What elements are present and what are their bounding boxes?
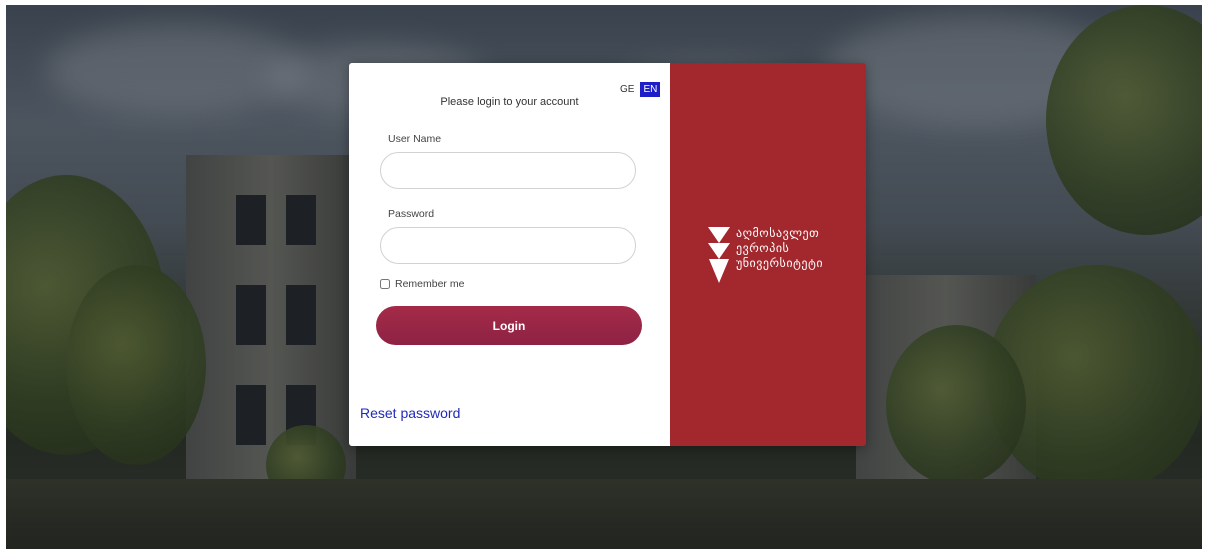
- reset-password-link[interactable]: Reset password: [360, 405, 460, 421]
- university-name: აღმოსავლეთ ევროპის უნივერსიტეტი: [736, 226, 823, 271]
- login-card: GE EN Please login to your account User …: [349, 63, 866, 446]
- university-name-line-1: აღმოსავლეთ: [736, 226, 820, 240]
- language-en-button[interactable]: EN: [640, 82, 661, 97]
- login-page: GE EN Please login to your account User …: [0, 0, 1208, 549]
- password-input[interactable]: [380, 227, 636, 264]
- university-name-line-2: ევროპის: [736, 241, 790, 255]
- university-logo: აღმოსავლეთ ევროპის უნივერსიტეტი: [708, 223, 823, 283]
- remember-me-checkbox[interactable]: [380, 279, 390, 289]
- language-switcher: GE EN: [617, 82, 661, 97]
- remember-me-label: Remember me: [395, 278, 465, 290]
- triple-triangle-logo-icon: [708, 227, 730, 283]
- login-subtitle: Please login to your account: [440, 96, 579, 108]
- university-name-line-3: უნივერსიტეტი: [736, 256, 824, 270]
- username-input[interactable]: [380, 152, 636, 189]
- remember-me-option[interactable]: Remember me: [380, 278, 464, 290]
- language-ge-button[interactable]: GE: [617, 82, 637, 97]
- brand-panel: აღმოსავლეთ ევროპის უნივერსიტეტი: [670, 63, 866, 446]
- login-button[interactable]: Login: [376, 306, 642, 345]
- login-form-panel: GE EN Please login to your account User …: [349, 63, 670, 446]
- username-label: User Name: [388, 133, 442, 145]
- password-label: Password: [388, 208, 435, 220]
